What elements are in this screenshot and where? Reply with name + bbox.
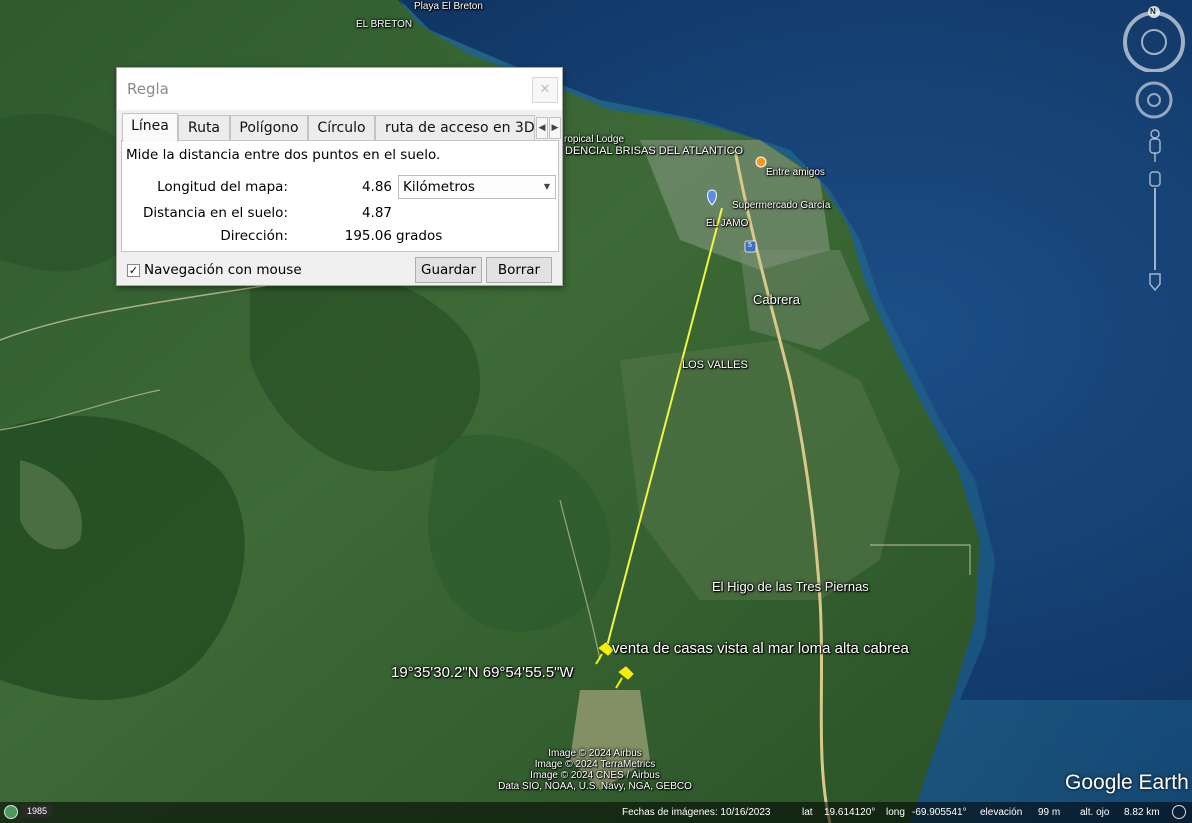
tab-polygon[interactable]: Polígono bbox=[230, 115, 308, 141]
look-control[interactable] bbox=[1134, 80, 1174, 120]
place-label: DENCIAL BRISAS DEL ATLANTICO bbox=[565, 145, 744, 157]
zoom-slider[interactable] bbox=[1146, 170, 1164, 292]
ground-distance-label: Distancia en el suelo: bbox=[143, 205, 288, 221]
direction-value: 195.06 bbox=[344, 228, 392, 244]
place-label: LOS VALLES bbox=[682, 359, 748, 371]
eye-alt-value: 8.82 km bbox=[1124, 807, 1160, 818]
lat-value: 19.614120° bbox=[824, 807, 876, 818]
eye-alt-label: alt. ojo bbox=[1080, 807, 1110, 818]
look-joystick-icon bbox=[1135, 81, 1173, 119]
direction-unit: grados bbox=[396, 228, 443, 244]
map-length-label: Longitud del mapa: bbox=[157, 179, 288, 195]
attribution-line: Image © 2024 TerraMetrics bbox=[534, 759, 656, 770]
chevron-left-icon: ◀ bbox=[538, 123, 546, 133]
tab-line[interactable]: Línea bbox=[122, 113, 178, 142]
place-label: EL JAMO bbox=[706, 218, 749, 229]
attribution-line: Image © 2024 CNES / Airbus bbox=[530, 770, 660, 781]
place-label: El Higo de las Tres Piernas bbox=[712, 579, 869, 594]
tab-circle[interactable]: Círculo bbox=[308, 115, 375, 141]
attribution-line: Data SIO, NOAA, U.S. Navy, NGA, GEBCO bbox=[498, 781, 692, 792]
dialog-title: Regla bbox=[127, 80, 169, 98]
tab-scroll-left[interactable]: ◀ bbox=[536, 117, 548, 139]
pegman-icon bbox=[1149, 129, 1161, 162]
attribution: Image © 2024 Airbus Image © 2024 TerraMe… bbox=[490, 748, 700, 792]
lat-label: lat bbox=[802, 807, 813, 818]
close-icon: ✕ bbox=[539, 82, 551, 97]
clear-button[interactable]: Borrar bbox=[486, 257, 552, 283]
elevation-value: 99 m bbox=[1038, 807, 1061, 818]
road-shield-label: 5 bbox=[748, 242, 752, 249]
historical-imagery-icon[interactable] bbox=[4, 805, 18, 819]
elevation-label: elevación bbox=[980, 807, 1023, 818]
mouse-navigation-checkbox[interactable]: ✓ bbox=[127, 264, 140, 277]
direction-label: Dirección: bbox=[220, 228, 288, 244]
map-length-value: 4.86 bbox=[361, 179, 392, 195]
poi-icon bbox=[755, 156, 767, 168]
long-value: -69.905541° bbox=[912, 807, 967, 818]
tab-scroll-right[interactable]: ▶ bbox=[549, 117, 561, 139]
place-label: EL BRETON bbox=[356, 19, 413, 30]
dialog-titlebar[interactable]: Regla ✕ bbox=[117, 68, 562, 110]
google-earth-logo: Google Earth bbox=[1065, 771, 1189, 794]
unit-select[interactable]: Kilómetros ▼ bbox=[398, 175, 556, 199]
compass-control[interactable]: N bbox=[1120, 4, 1188, 73]
line-panel: Mide la distancia entre dos puntos en el… bbox=[121, 140, 559, 252]
save-button[interactable]: Guardar bbox=[415, 257, 482, 283]
place-label: Entre amigos bbox=[766, 167, 825, 178]
long-label: long bbox=[886, 807, 905, 818]
place-label: ropical Lodge bbox=[564, 134, 625, 145]
status-indicator-icon bbox=[1172, 805, 1186, 819]
tab-strip: Línea Ruta Polígono Círculo ruta de acce… bbox=[122, 113, 562, 142]
place-label: Cabrera bbox=[753, 292, 800, 307]
attribution-line: Image © 2024 Airbus bbox=[548, 748, 642, 759]
tab-3d-path[interactable]: ruta de acceso en 3D bbox=[375, 115, 535, 141]
unit-select-value: Kilómetros bbox=[403, 179, 475, 195]
status-bar: 1985 Fechas de imágenes: 10/16/2023 lat … bbox=[0, 802, 1192, 823]
zoom-slider-icon bbox=[1149, 171, 1161, 292]
ruler-dialog: Regla ✕ Línea Ruta Polígono Círculo ruta… bbox=[116, 67, 563, 286]
tab-path[interactable]: Ruta bbox=[178, 115, 230, 141]
panel-description: Mide la distancia entre dos puntos en el… bbox=[126, 147, 441, 163]
place-label: Playa El Breton bbox=[414, 1, 483, 12]
mouse-navigation-label: Navegación con mouse bbox=[144, 262, 302, 278]
compass-north-label: N bbox=[1150, 7, 1156, 16]
coordinate-label: 19°35'30.2"N 69°54'55.5"W bbox=[391, 664, 574, 681]
street-view-control[interactable] bbox=[1146, 128, 1164, 164]
historical-year[interactable]: 1985 bbox=[22, 805, 53, 817]
close-button[interactable]: ✕ bbox=[532, 77, 558, 103]
placemark-label[interactable]: venta de casas vista al mar loma alta ca… bbox=[612, 640, 909, 657]
chevron-right-icon: ▶ bbox=[551, 123, 559, 133]
imagery-date: Fechas de imágenes: 10/16/2023 bbox=[622, 807, 771, 818]
chevron-down-icon: ▼ bbox=[543, 182, 550, 191]
place-label: Supermercado García bbox=[732, 200, 831, 211]
ground-distance-value: 4.87 bbox=[361, 205, 392, 221]
